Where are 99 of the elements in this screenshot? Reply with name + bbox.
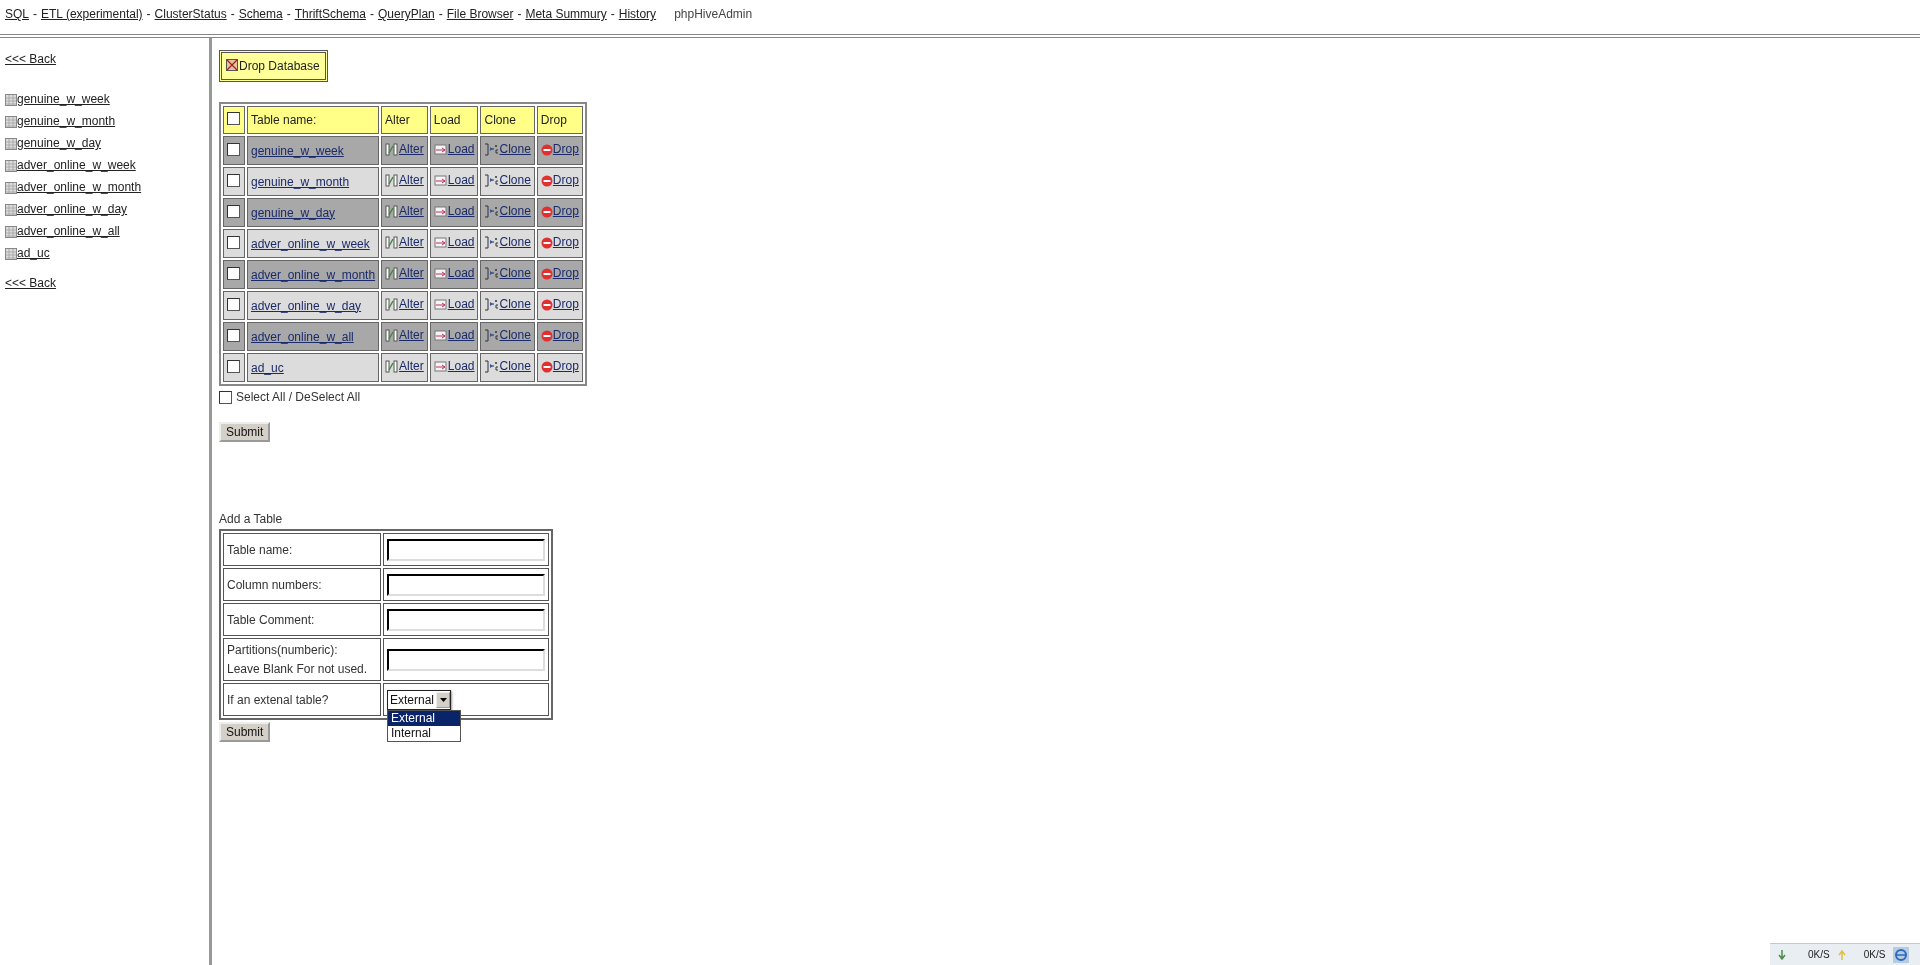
broken-image-icon (226, 59, 238, 71)
caret-icon (439, 697, 447, 702)
text-field[interactable] (387, 573, 545, 596)
checkbox[interactable] (227, 173, 240, 187)
text-field[interactable] (387, 538, 545, 561)
separator: - (286, 7, 291, 21)
checkbox[interactable] (227, 328, 240, 342)
load-icon (433, 175, 448, 187)
table-link[interactable]: adver_online_w_month (17, 180, 142, 194)
table-link[interactable]: ad_uc (17, 246, 50, 260)
columns-icon (385, 329, 400, 342)
submit-button[interactable]: Submit (219, 422, 271, 442)
up-arrow-icon (1837, 949, 1846, 960)
columns-icon (385, 360, 400, 373)
dropdown-option[interactable]: External (388, 710, 460, 726)
separator: - (230, 7, 235, 21)
separator: - (610, 7, 615, 21)
checkbox[interactable] (227, 359, 240, 373)
nav-link[interactable]: SQL (5, 7, 29, 21)
nav-link[interactable]: History (618, 7, 657, 21)
download-speed: 0K/S (1808, 949, 1830, 960)
text-field[interactable] (387, 648, 545, 671)
table-link[interactable]: adver_online_w_week (17, 158, 136, 172)
nav-link[interactable]: Schema (238, 7, 283, 21)
nav-link[interactable]: File Browser (446, 7, 514, 21)
table-name-link[interactable]: ad_uc (251, 360, 284, 375)
checkbox[interactable] (227, 142, 240, 156)
app-name: phpHiveAdmin (674, 7, 753, 21)
table-icon (5, 182, 17, 194)
table-link[interactable]: genuine_w_day (17, 136, 102, 150)
nav-link[interactable]: ThriftSchema (294, 7, 367, 21)
nav-link[interactable]: Meta Summury (525, 7, 607, 21)
table-link[interactable]: genuine_w_week (17, 92, 110, 106)
submit-button[interactable]: Submit (219, 722, 271, 742)
delete-icon (540, 330, 553, 342)
delete-icon (540, 237, 553, 249)
column-header: Table name: (247, 106, 380, 134)
separator: - (33, 7, 37, 21)
drop-database-button[interactable]: Drop Database (219, 50, 328, 82)
columns-icon (385, 205, 400, 218)
delete-icon (540, 175, 553, 187)
checkbox[interactable] (227, 235, 240, 249)
table-icon (5, 160, 17, 172)
table-link[interactable]: genuine_w_month (17, 114, 116, 128)
column-header: Alter (381, 106, 428, 134)
checkbox[interactable] (227, 266, 240, 280)
table-icon (5, 94, 17, 106)
separator: - (146, 7, 151, 21)
table-icon (5, 226, 17, 238)
table-icon (5, 138, 17, 150)
load-icon (433, 144, 448, 156)
field-note: Leave Blank For not used. (227, 662, 369, 676)
dropdown[interactable]: External (387, 689, 452, 710)
nav-link[interactable]: ETL (experimental) (41, 7, 143, 21)
nav-link[interactable]: QueryPlan (378, 7, 435, 21)
columns-icon (385, 236, 400, 249)
field-label: If an extenal table? (227, 692, 330, 707)
section-title: Add a Table (219, 512, 283, 526)
columns-icon (385, 267, 400, 280)
load-icon (433, 330, 448, 342)
load-icon (433, 237, 448, 249)
delete-icon (540, 144, 553, 156)
column-header: Load (429, 106, 479, 134)
delete-icon (540, 299, 553, 311)
checkbox[interactable] (227, 112, 240, 125)
table-icon (5, 204, 17, 216)
load-icon (433, 206, 448, 218)
column-header: Clone (480, 106, 535, 134)
checkbox[interactable] (219, 390, 232, 404)
field-label: Column numbers: (227, 577, 323, 592)
columns-icon (385, 143, 400, 156)
load-icon (433, 268, 448, 280)
back-link[interactable]: <<< Back (5, 52, 57, 66)
nav-link[interactable]: ClusterStatus (154, 7, 227, 21)
load-icon (433, 299, 448, 311)
delete-icon (540, 361, 553, 373)
table-icon (5, 116, 17, 128)
load-icon (433, 361, 448, 373)
table-link[interactable]: adver_online_w_all (17, 224, 120, 238)
field-label: Table name: (227, 542, 294, 557)
back-link[interactable]: <<< Back (5, 276, 57, 290)
upload-speed: 0K/S (1863, 949, 1886, 960)
columns-icon (385, 174, 400, 187)
separator: - (438, 7, 443, 21)
separator: - (517, 7, 522, 21)
table-icon (5, 248, 17, 260)
separator: - (370, 7, 375, 21)
text-field[interactable] (387, 608, 545, 631)
down-arrow-icon (1778, 949, 1786, 960)
delete-icon (540, 268, 553, 280)
table-link[interactable]: adver_online_w_day (17, 202, 128, 216)
checkbox[interactable] (227, 297, 240, 311)
select-all-label: Select All / DeSelect All (236, 390, 361, 404)
delete-icon (540, 206, 553, 218)
checkbox[interactable] (227, 204, 240, 218)
columns-icon (385, 298, 400, 311)
field-label: Partitions(numberic): (227, 643, 339, 657)
field-label: Table Comment: (227, 612, 316, 627)
column-header: Drop (536, 106, 583, 134)
